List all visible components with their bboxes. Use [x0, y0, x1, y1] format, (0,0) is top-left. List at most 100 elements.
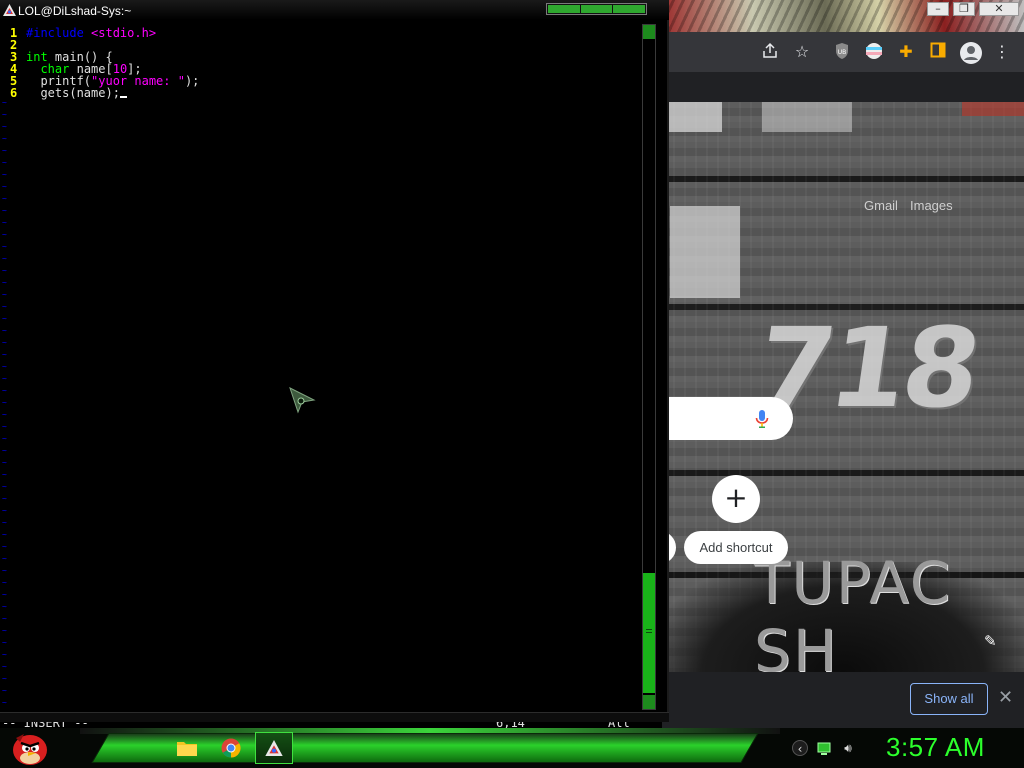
tilde-marker: ~	[2, 554, 7, 563]
tilde-marker: ~	[2, 170, 7, 179]
tilde-marker: ~	[2, 398, 7, 407]
taskbar-clock[interactable]: 3:57 AM	[886, 732, 985, 763]
terminal-scrollbar[interactable]	[642, 24, 656, 710]
text-cursor	[119, 96, 127, 98]
tilde-marker: ~	[2, 542, 7, 551]
tilde-marker: ~	[2, 650, 7, 659]
tray-expand-icon[interactable]: ‹	[792, 740, 808, 756]
add-shortcut-label[interactable]: Add shortcut	[684, 531, 788, 564]
extension-shield-icon[interactable]: UB	[832, 42, 852, 62]
tilde-marker: ~	[2, 698, 7, 707]
code-line: #include <stdio.h>	[26, 26, 156, 40]
terminal-window: LOL@DiLshad-Sys:~ 1 2 3 4 5 6 #include <…	[0, 0, 669, 730]
tilde-marker: ~	[2, 410, 7, 419]
tilde-marker: ~	[2, 446, 7, 455]
tilde-marker: ~	[2, 230, 7, 239]
folder-icon	[177, 742, 197, 756]
search-input[interactable]	[662, 397, 793, 440]
tilde-marker: ~	[2, 326, 7, 335]
tilde-marker: ~	[2, 278, 7, 287]
scroll-up-button[interactable]	[643, 25, 655, 39]
task-file-explorer[interactable]	[168, 732, 206, 764]
task-terminal[interactable]	[255, 732, 293, 764]
extension-flag-icon[interactable]	[864, 42, 884, 62]
tilde-marker: ~	[2, 206, 7, 215]
tilde-marker: ~	[2, 158, 7, 167]
puzzle-extensions-icon[interactable]: ✚	[896, 42, 916, 62]
tilde-marker: ~	[2, 266, 7, 275]
tilde-marker: ~	[2, 686, 7, 695]
tilde-marker: ~	[2, 182, 7, 191]
profile-avatar-icon[interactable]	[960, 42, 982, 64]
tilde-marker: ~	[2, 518, 7, 527]
microphone-icon[interactable]	[755, 410, 769, 428]
close-download-bar-icon[interactable]: ✕	[998, 688, 1013, 708]
browser-menu-icon[interactable]: ⋮	[992, 42, 1012, 62]
line-number: 6	[10, 86, 18, 100]
tilde-marker: ~	[2, 242, 7, 251]
tilde-marker: ~	[2, 374, 7, 383]
tilde-marker: ~	[2, 422, 7, 431]
tilde-marker: ~	[2, 122, 7, 131]
tilde-marker: ~	[2, 578, 7, 587]
tilde-marker: ~	[2, 302, 7, 311]
wallpaper-text: TUPAC SH	[754, 549, 953, 672]
tilde-marker: ~	[2, 566, 7, 575]
tilde-marker: ~	[2, 194, 7, 203]
code-line: gets(name);	[26, 86, 127, 100]
tilde-marker: ~	[2, 602, 7, 611]
preproc-directive: #include	[26, 26, 84, 40]
torn-poster	[662, 102, 722, 132]
tilde-marker: ~	[2, 662, 7, 671]
paint-splash	[962, 102, 1024, 116]
volume-icon[interactable]: 🔊︎	[840, 740, 856, 756]
tilde-marker: ~	[2, 350, 7, 359]
terminal-bottom-border	[0, 712, 669, 722]
tilde-marker: ~	[2, 98, 7, 107]
new-tab-page: Gmail Images 718 TUPAC SH	[662, 72, 1024, 672]
browser-toolbar: ☆ UB ✚ ⋮	[662, 32, 1024, 72]
chrome-icon	[221, 738, 241, 758]
scroll-down-button[interactable]	[643, 695, 655, 709]
tilde-marker: ~	[2, 614, 7, 623]
code-text: );	[184, 74, 200, 88]
add-shortcut-button[interactable]: +	[712, 475, 760, 523]
close-window-button[interactable]: ✕	[979, 2, 1019, 16]
minimize-button[interactable]: –	[927, 2, 949, 16]
code-text: gets(name);	[40, 86, 120, 100]
scrollbar-grip	[646, 629, 652, 633]
images-link[interactable]: Images	[910, 198, 953, 213]
task-chrome[interactable]	[212, 732, 250, 764]
vim-editor[interactable]: 1 2 3 4 5 6 #include <stdio.h> int main(…	[0, 22, 640, 730]
gmail-link[interactable]: Gmail	[864, 198, 898, 213]
network-icon[interactable]	[816, 740, 832, 756]
terminal-titlebar[interactable]: LOL@DiLshad-Sys:~	[0, 0, 669, 20]
system-tray: ‹ 🔊︎ 3:57 AM	[780, 728, 1024, 768]
customize-pencil-icon[interactable]: ✎	[984, 632, 997, 650]
terminal-app-icon	[265, 740, 283, 756]
torn-poster	[670, 206, 740, 298]
desktop: – ❐ ✕ ☆ UB ✚ ⋮ Gmail Images 718 TUPAC SH…	[0, 0, 1024, 768]
start-button-angry-bird-icon[interactable]	[6, 728, 50, 768]
tilde-marker: ~	[2, 218, 7, 227]
tilde-marker: ~	[2, 506, 7, 515]
tilde-marker: ~	[2, 674, 7, 683]
tilde-marker: ~	[2, 638, 7, 647]
tilde-marker: ~	[2, 590, 7, 599]
tilde-marker: ~	[2, 338, 7, 347]
show-all-button[interactable]: Show all	[910, 683, 988, 715]
side-panel-icon[interactable]	[928, 42, 948, 62]
terminal-app-icon	[3, 4, 16, 16]
bookmark-star-icon[interactable]: ☆	[792, 42, 812, 62]
tilde-marker: ~	[2, 146, 7, 155]
share-icon[interactable]	[760, 42, 780, 62]
restore-button[interactable]: ❐	[953, 2, 975, 16]
tilde-marker: ~	[2, 434, 7, 443]
scrollbar-thumb[interactable]	[643, 573, 655, 693]
svg-text:UB: UB	[838, 49, 847, 56]
tilde-marker: ~	[2, 362, 7, 371]
browser-window: – ❐ ✕ ☆ UB ✚ ⋮ Gmail Images 718 TUPAC SH…	[662, 0, 1024, 728]
tilde-marker: ~	[2, 470, 7, 479]
tilde-marker: ~	[2, 530, 7, 539]
